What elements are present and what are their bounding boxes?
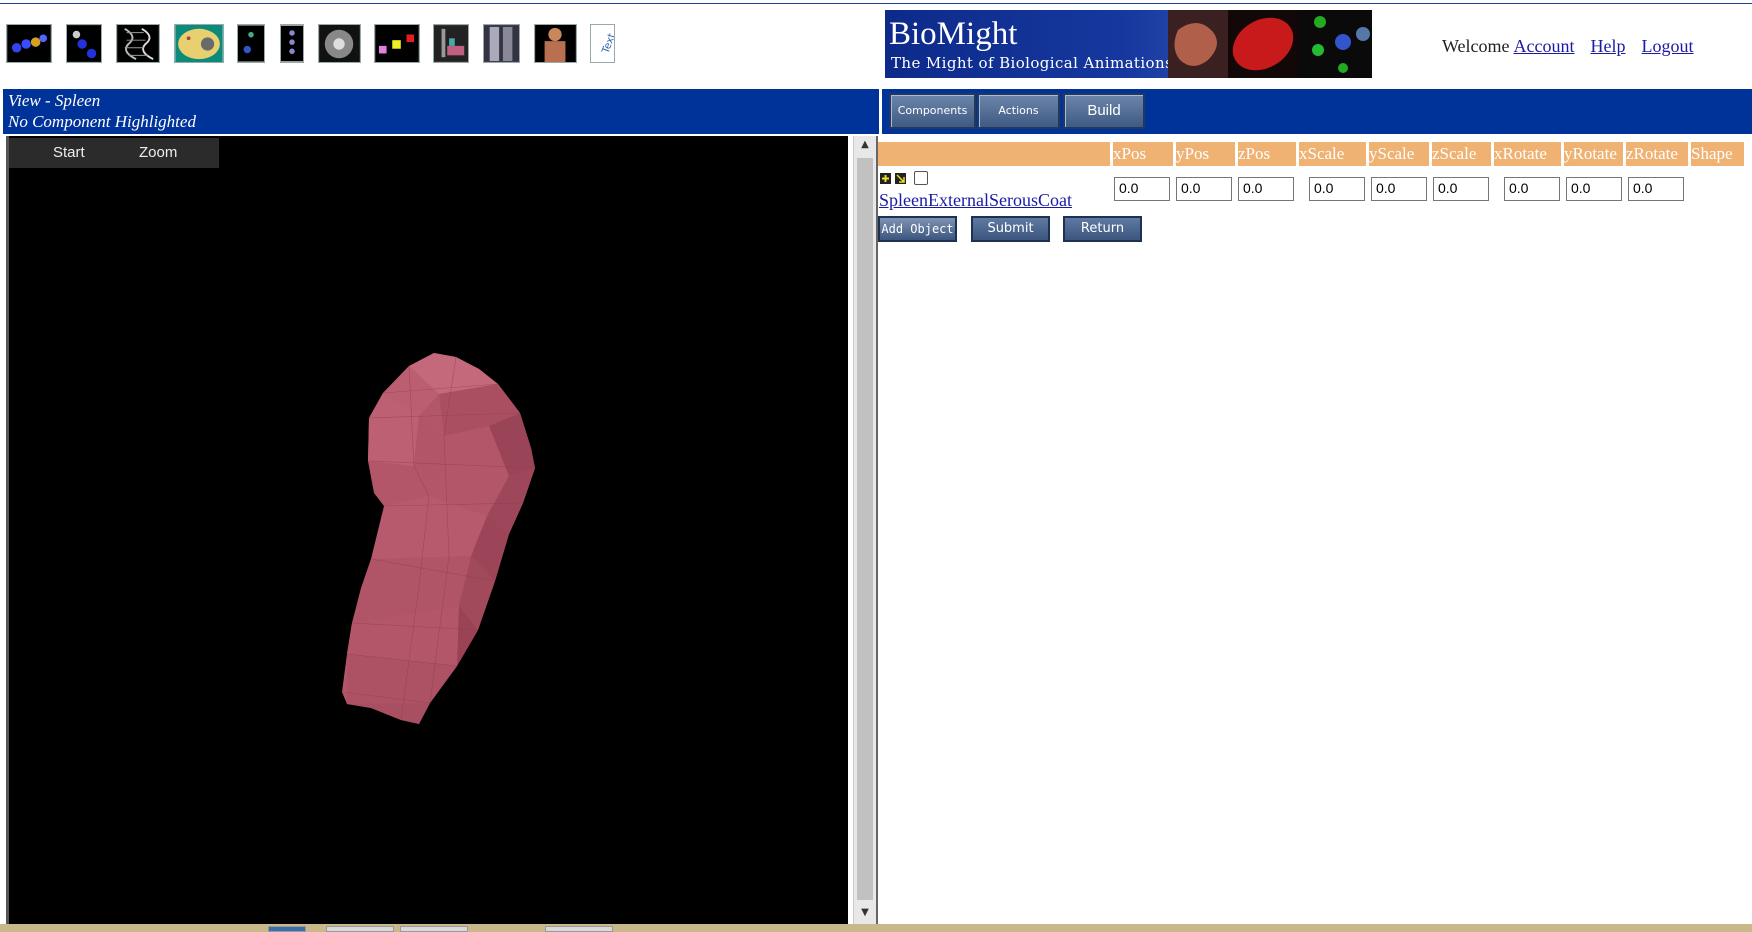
components-button[interactable]: Components [889,93,976,129]
figure-icon[interactable] [433,24,469,63]
bead-chain-icon[interactable] [280,24,304,63]
banner-title: BioMight [889,16,1018,52]
skeleton-icon[interactable] [483,24,520,63]
zpos-input[interactable]: 0.0 [1238,177,1294,201]
dna-helix-icon[interactable] [116,24,160,63]
component-link[interactable]: SpleenExternalSerousCoat [879,190,1072,211]
col-ypos: yPos [1176,144,1210,163]
zscale-input[interactable]: 0.0 [1433,177,1489,201]
account-link[interactable]: Account [1514,36,1575,56]
build-button[interactable]: Build [1063,93,1145,129]
taskbar-segment [268,926,306,932]
scroll-down-icon[interactable]: ▼ [854,904,876,922]
scroll-up-icon[interactable]: ▲ [854,136,876,154]
small-cells-icon[interactable] [237,24,265,63]
col-xrotate: xRotate [1494,144,1547,163]
cell-icon[interactable] [174,24,224,63]
ypos-input[interactable]: 0.0 [1176,177,1232,201]
3d-viewer[interactable] [6,136,848,924]
col-zscale: zScale [1432,144,1477,163]
component-checkbox[interactable] [914,171,928,185]
text-icon-label: Text [600,32,614,56]
submit-button[interactable]: Submit [971,216,1050,242]
xrotate-input[interactable]: 0.0 [1504,177,1560,201]
user-nav: Welcome Account Help Logout [1442,36,1694,57]
scroll-thumb[interactable] [857,158,873,900]
zoom-menu[interactable]: Zoom [139,144,177,161]
start-menu[interactable]: Start [53,144,85,161]
yscale-input[interactable]: 0.0 [1371,177,1427,201]
blue-cells-icon[interactable] [66,24,102,63]
viewer-menu: Start Zoom [9,138,219,168]
select-arrow-icon[interactable] [895,173,906,184]
xscale-input[interactable]: 0.0 [1309,177,1365,201]
help-link[interactable]: Help [1591,36,1626,56]
top-border [0,3,1752,4]
taskbar-segment [326,926,394,932]
col-yrotate: yRotate [1564,144,1617,163]
expand-icon[interactable] [880,173,891,184]
col-shape: Shape [1691,144,1733,163]
view-title: View - Spleen [8,91,101,110]
col-zrotate: zRotate [1626,144,1678,163]
actions-button[interactable]: Actions [977,93,1060,129]
viewer-scrollbar[interactable]: ▲ ▼ [853,136,876,924]
molecule-chain-icon[interactable] [6,24,52,63]
table-header: xPos yPos zPos xScale yScale zScale xRot… [878,142,1744,166]
bottom-frame-strip [0,924,1752,932]
col-xscale: xScale [1299,144,1345,163]
col-zpos: zPos [1238,144,1271,163]
return-button[interactable]: Return [1063,216,1142,242]
welcome-text: Welcome [1442,36,1510,56]
banner-subtitle: The Might of Biological Animations [891,54,1174,72]
zrotate-input[interactable]: 0.0 [1628,177,1684,201]
text-icon[interactable]: Text [590,24,615,63]
xpos-input[interactable]: 0.0 [1114,177,1170,201]
view-info: View - Spleen No Component Highlighted [8,90,196,132]
human-body-icon[interactable] [534,24,577,63]
add-object-button[interactable]: Add Object [878,216,957,242]
properties-panel [876,136,1752,924]
banner-organ-images [1168,10,1372,78]
highlight-status: No Component Highlighted [8,112,196,131]
yrotate-input[interactable]: 0.0 [1566,177,1622,201]
col-xpos: xPos [1113,144,1147,163]
taskbar-segment [545,926,613,932]
colored-blocks-icon[interactable] [374,24,420,63]
col-yscale: yScale [1369,144,1415,163]
biomight-banner: BioMight The Might of Biological Animati… [885,10,1372,78]
sphere-icon[interactable] [318,24,361,63]
spleen-model[interactable] [9,136,848,924]
taskbar-segment [400,926,468,932]
logout-link[interactable]: Logout [1642,36,1694,56]
